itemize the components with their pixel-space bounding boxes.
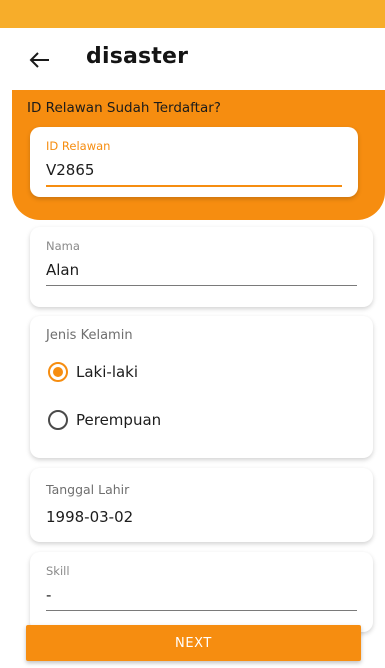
nama-input[interactable]: Alan <box>46 261 79 279</box>
tanggal-lahir-value[interactable]: 1998-03-02 <box>46 508 133 526</box>
back-button[interactable] <box>26 46 54 74</box>
radio-selected-icon <box>48 362 68 382</box>
skill-label: Skill <box>46 564 70 578</box>
jenis-kelamin-card: Jenis Kelamin Laki-laki Perempuan <box>30 316 373 458</box>
id-relawan-input[interactable]: V2865 <box>46 161 94 179</box>
nama-underline <box>46 285 357 286</box>
radio-laki-laki[interactable]: Laki-laki <box>48 362 138 382</box>
app-bar: disaster <box>0 28 385 90</box>
skill-input[interactable]: - <box>46 586 51 604</box>
id-relawan-label: ID Relawan <box>46 139 111 153</box>
id-relawan-question: ID Relawan Sudah Terdaftar? <box>27 100 221 116</box>
next-button[interactable]: NEXT <box>26 625 361 661</box>
radio-laki-laki-label: Laki-laki <box>76 363 139 381</box>
page-title: disaster <box>86 44 189 69</box>
id-relawan-underline <box>46 185 342 187</box>
skill-underline <box>46 610 357 611</box>
radio-unselected-icon <box>48 410 68 430</box>
radio-perempuan-label: Perempuan <box>76 411 162 429</box>
id-relawan-panel: ID Relawan Sudah Terdaftar? ID Relawan V… <box>12 90 385 220</box>
tanggal-lahir-label: Tanggal Lahir <box>46 482 130 497</box>
id-relawan-card[interactable]: ID Relawan V2865 <box>30 127 358 197</box>
radio-perempuan[interactable]: Perempuan <box>48 410 161 430</box>
arrow-left-icon <box>29 52 49 68</box>
nama-card[interactable]: Nama Alan <box>30 227 373 307</box>
tanggal-lahir-card[interactable]: Tanggal Lahir 1998-03-02 <box>30 468 373 542</box>
skill-card[interactable]: Skill - <box>30 552 373 632</box>
nama-label: Nama <box>46 239 80 253</box>
status-bar <box>0 0 385 28</box>
jenis-kelamin-label: Jenis Kelamin <box>46 328 133 343</box>
